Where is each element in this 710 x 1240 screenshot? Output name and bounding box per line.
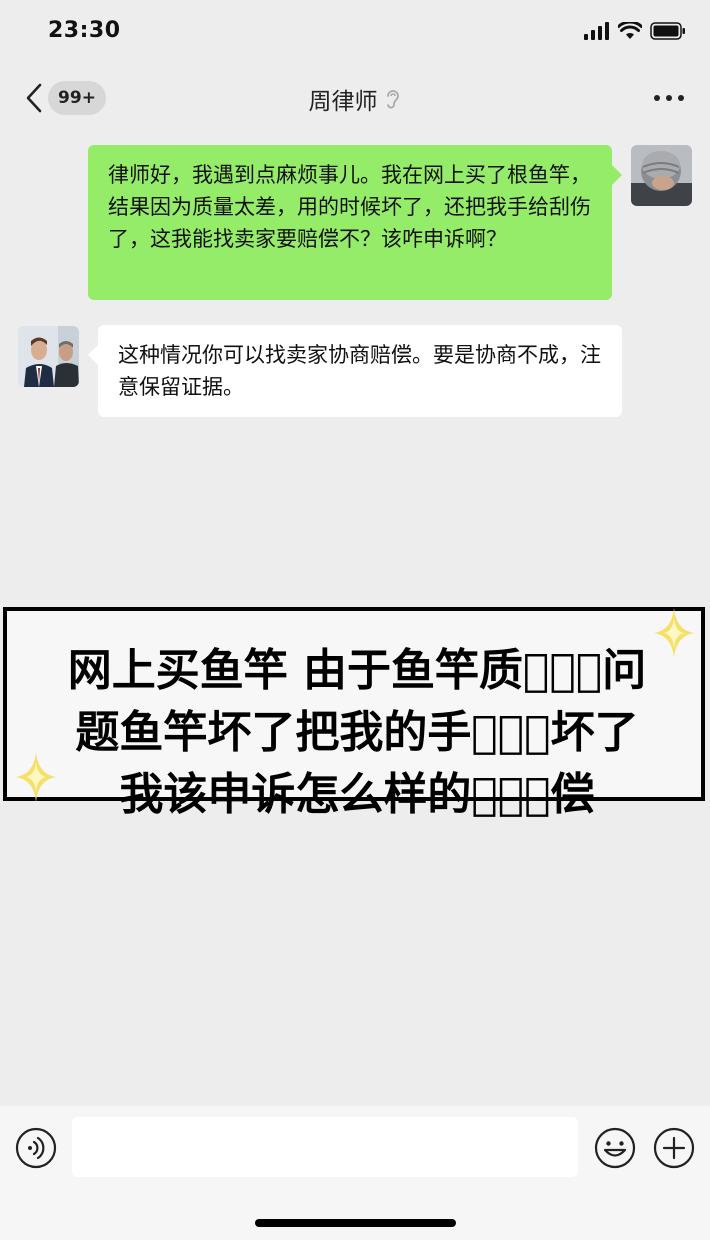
sparkle-icon xyxy=(654,608,694,658)
home-indicator[interactable] xyxy=(255,1219,456,1227)
message-input[interactable] xyxy=(72,1117,578,1177)
status-icons xyxy=(584,22,686,40)
user-avatar-image xyxy=(631,145,692,206)
status-bar: 23:30 xyxy=(0,0,710,66)
status-time: 23:30 xyxy=(48,18,121,43)
title-wrap: 周律师 xyxy=(0,82,710,116)
lawyer-avatar[interactable] xyxy=(18,326,79,387)
voice-button[interactable] xyxy=(15,1127,57,1169)
ear-icon xyxy=(386,90,399,109)
plus-icon xyxy=(653,1127,695,1169)
lawyer-avatar-image xyxy=(18,326,79,387)
my-avatar[interactable] xyxy=(631,145,692,206)
sparkle-icon xyxy=(16,752,56,802)
more-button[interactable] xyxy=(654,95,684,101)
wifi-icon xyxy=(618,22,642,39)
more-dot xyxy=(678,95,684,101)
more-dot xyxy=(666,95,672,101)
caption-overlay-text: 网上买鱼竿 由于鱼竿质   问题鱼竿坏了把我的手   坏了我该申诉怎么样的   … xyxy=(67,645,647,820)
battery-icon xyxy=(650,22,685,40)
voice-icon xyxy=(15,1127,57,1169)
chat-header: 99+ 周律师 xyxy=(0,66,710,132)
message-bubble-sent[interactable]: 律师好，我遇到点麻烦事儿。我在网上买了根鱼竿，结果因为质量太差，用的时候坏了，还… xyxy=(88,145,622,300)
emoji-icon xyxy=(594,1127,636,1169)
message-bubble-received[interactable]: 这种情况你可以找卖家协商赔偿。要是协商不成，注意保留证据。 xyxy=(88,325,622,417)
emoji-button[interactable] xyxy=(594,1127,636,1169)
more-dots-icon xyxy=(654,95,660,101)
chat-title: 周律师 xyxy=(308,89,378,115)
signal-icon xyxy=(584,22,609,40)
plus-button[interactable] xyxy=(653,1127,695,1169)
